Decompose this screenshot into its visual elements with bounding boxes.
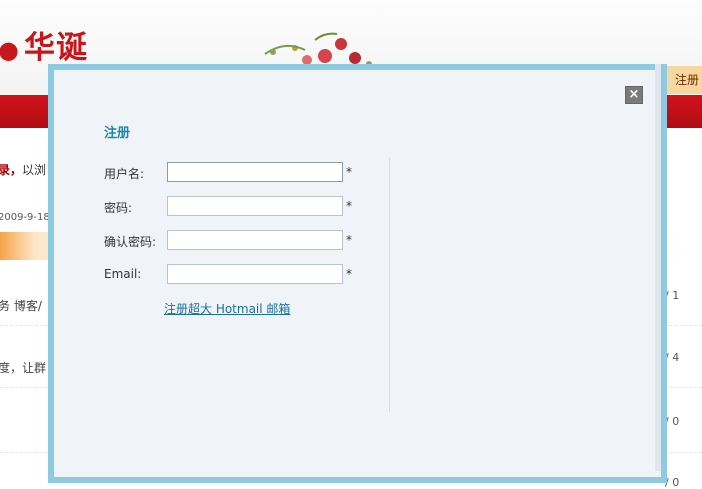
logo-text: 华诞 (23, 30, 88, 66)
register-dialog: × 注册 用户名: * 密码: * 确认密码: * Email: * 注册超大 … (48, 64, 667, 483)
email-label: Email: (104, 267, 142, 281)
password-label: 密码: (104, 201, 133, 215)
confirm-password-input[interactable] (167, 230, 343, 250)
reply-count: / 4 (665, 351, 680, 364)
login-hint-fragment: 录，以浏 (0, 163, 47, 177)
logo-mark-icon: ● (0, 35, 20, 64)
site-logo[interactable]: ● 华诞 (0, 22, 88, 67)
posts-fragment: 务 博客/ (0, 299, 42, 313)
date-fragment: 2009-9-18) (0, 212, 54, 223)
username-label: 用户名: (104, 167, 145, 181)
email-input[interactable] (167, 264, 343, 284)
required-mark: * (346, 233, 352, 247)
close-button[interactable]: × (625, 86, 643, 104)
required-mark: * (346, 267, 352, 281)
password-input[interactable] (167, 196, 343, 216)
dialog-title: 注册 (104, 126, 131, 141)
dialog-scrollbar[interactable] (655, 64, 661, 471)
reply-count: / 1 (665, 289, 680, 302)
group-fragment: 度，让群 (0, 361, 47, 375)
required-mark: * (346, 199, 352, 213)
reply-count: / 0 (665, 415, 680, 428)
hotmail-register-link[interactable]: 注册超大 Hotmail 邮箱 (164, 300, 290, 317)
required-mark: * (346, 165, 352, 179)
username-input[interactable] (167, 162, 343, 182)
confirm-password-label: 确认密码: (104, 235, 157, 249)
form-divider (389, 158, 390, 412)
